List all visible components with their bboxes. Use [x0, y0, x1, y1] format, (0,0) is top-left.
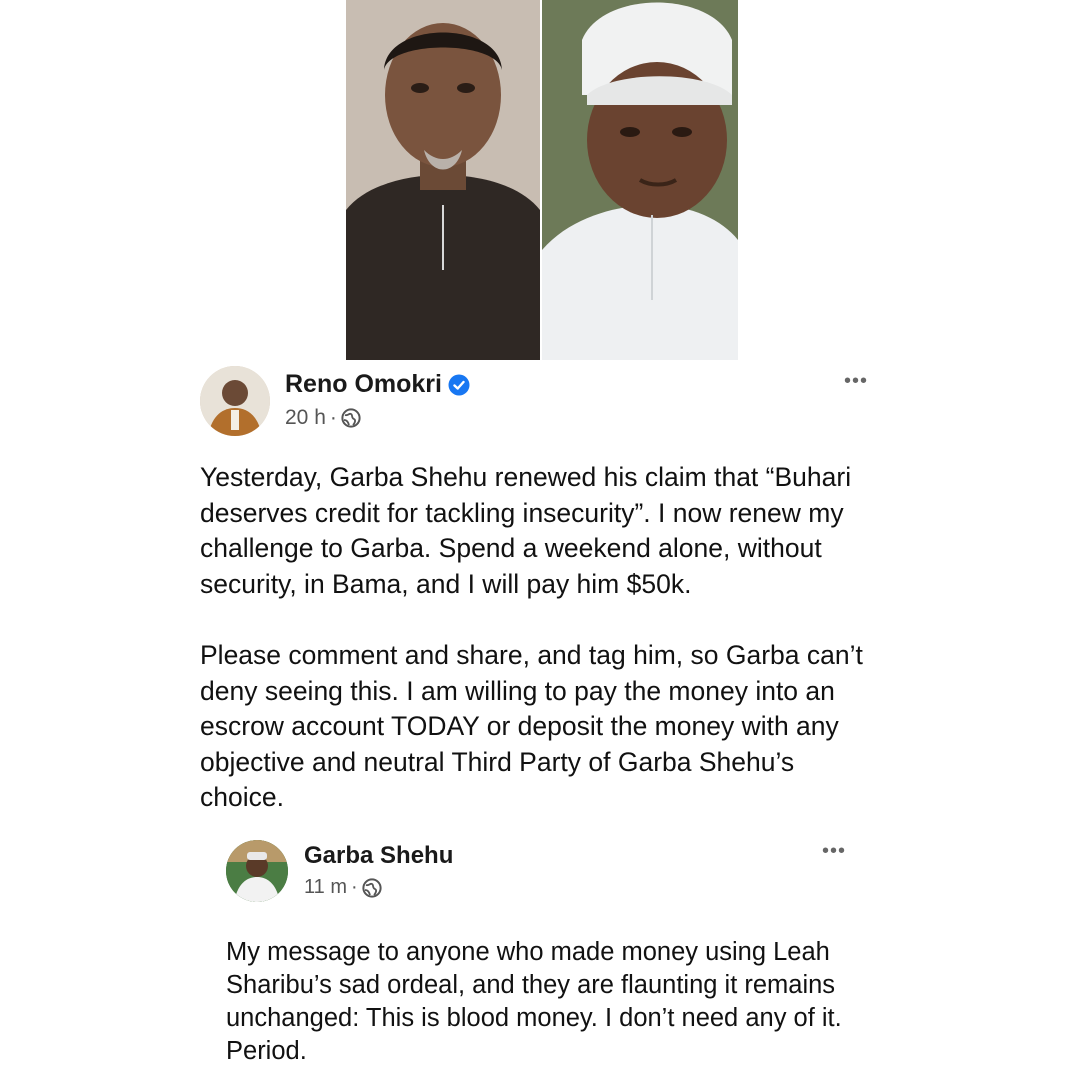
reply-post: Garba Shehu 11 m · ••• My message to any…	[226, 840, 856, 1068]
author-name-text[interactable]: Reno Omokri	[285, 370, 442, 399]
reply-time[interactable]: 11 m	[304, 876, 347, 899]
post-body: Yesterday, Garba Shehu renewed his claim…	[200, 460, 880, 816]
portrait-illustration-left	[346, 0, 540, 360]
more-options-button[interactable]: •••	[844, 370, 868, 393]
avatar-image	[226, 840, 288, 902]
main-post: Reno Omokri 20 h · ••• Yesterday, Garba	[200, 366, 880, 816]
post-paragraph: Please comment and share, and tag him, s…	[200, 640, 863, 812]
reply-header: Garba Shehu 11 m · •••	[226, 840, 856, 912]
post-photo-collage[interactable]	[346, 0, 738, 360]
meta-separator: ·	[350, 876, 358, 898]
avatar-image	[200, 366, 270, 436]
post-time[interactable]: 20 h	[285, 406, 326, 430]
post-paragraph: Yesterday, Garba Shehu renewed his claim…	[200, 462, 852, 599]
author-name-text[interactable]: Garba Shehu	[304, 842, 453, 870]
portrait-photo-right[interactable]	[542, 0, 738, 360]
reply-paragraph: My message to anyone who made money usin…	[226, 938, 842, 1065]
meta-separator: ·	[329, 406, 337, 429]
avatar[interactable]	[200, 366, 270, 436]
globe-icon	[362, 877, 382, 898]
reply-body: My message to anyone who made money usin…	[226, 936, 856, 1068]
author-name[interactable]: Reno Omokri	[285, 370, 470, 399]
avatar[interactable]	[226, 840, 288, 902]
globe-icon	[341, 408, 361, 428]
verified-badge-icon	[448, 374, 470, 396]
reply-meta: 11 m ·	[304, 876, 382, 899]
author-name[interactable]: Garba Shehu	[304, 842, 453, 870]
portrait-photo-left[interactable]	[346, 0, 540, 360]
post-header: Reno Omokri 20 h · •••	[200, 366, 880, 438]
post-meta: 20 h ·	[285, 406, 361, 430]
portrait-illustration-right	[542, 0, 738, 360]
more-options-button[interactable]: •••	[822, 840, 846, 863]
